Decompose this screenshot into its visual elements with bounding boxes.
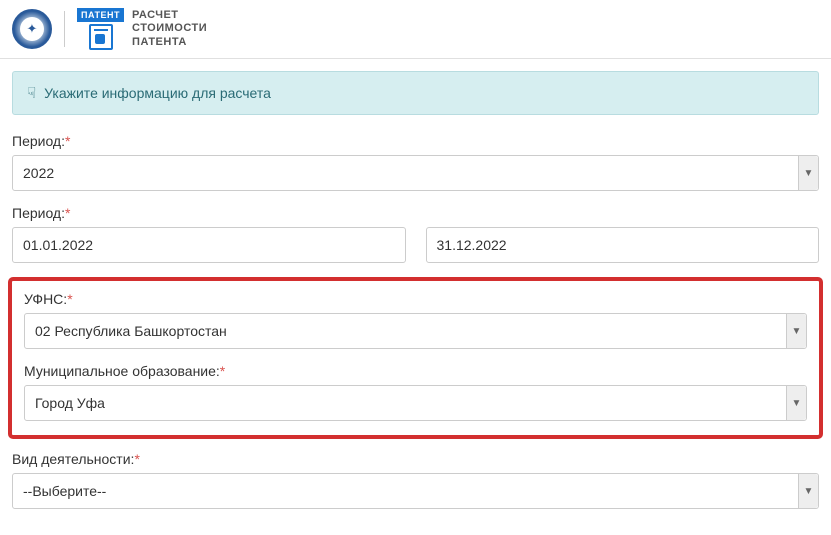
ufns-select[interactable]: 02 Республика Башкортостан ▼ xyxy=(24,313,807,349)
date-from-input[interactable]: 01.01.2022 xyxy=(12,227,406,263)
date-row: 01.01.2022 31.12.2022 xyxy=(12,227,819,263)
title-line-1: РАСЧЕТ xyxy=(132,9,207,22)
period-year-select[interactable]: 2022 ▼ xyxy=(12,155,819,191)
field-period-year: Период:* 2022 ▼ xyxy=(12,133,819,191)
period-year-label: Период:* xyxy=(12,133,819,149)
chevron-down-icon: ▼ xyxy=(786,314,806,348)
app-title: РАСЧЕТ СТОИМОСТИ ПАТЕНТА xyxy=(132,9,207,49)
emblem-logo: ✦ xyxy=(12,9,52,49)
field-ufns: УФНС:* 02 Республика Башкортостан ▼ xyxy=(24,291,807,349)
info-banner: ☟ Укажите информацию для расчета xyxy=(12,71,819,115)
date-to-input[interactable]: 31.12.2022 xyxy=(426,227,820,263)
municipality-label: Муниципальное образование:* xyxy=(24,363,807,379)
title-line-2: СТОИМОСТИ xyxy=(132,22,207,35)
highlighted-section: УФНС:* 02 Республика Башкортостан ▼ Муни… xyxy=(8,277,823,439)
date-to-value: 31.12.2022 xyxy=(437,237,507,253)
page-header: ✦ ПАТЕНТ РАСЧЕТ СТОИМОСТИ ПАТЕНТА xyxy=(0,0,831,59)
chevron-down-icon: ▼ xyxy=(798,474,818,508)
patent-badge: ПАТЕНТ xyxy=(77,8,124,22)
ufns-value: 02 Республика Башкортостан xyxy=(35,323,227,339)
ufns-label: УФНС:* xyxy=(24,291,807,307)
municipality-value: Город Уфа xyxy=(35,395,105,411)
hand-pointer-icon: ☟ xyxy=(27,84,36,102)
chevron-down-icon: ▼ xyxy=(798,156,818,190)
header-divider xyxy=(64,11,65,47)
field-municipality: Муниципальное образование:* Город Уфа ▼ xyxy=(24,363,807,421)
banner-text: Укажите информацию для расчета xyxy=(44,85,271,101)
field-period-dates: Период:* 01.01.2022 31.12.2022 xyxy=(12,205,819,263)
chevron-down-icon: ▼ xyxy=(786,386,806,420)
period-dates-label: Период:* xyxy=(12,205,819,221)
field-activity: Вид деятельности:* --Выберите-- ▼ xyxy=(12,451,819,509)
patent-logo: ПАТЕНТ xyxy=(77,8,124,50)
title-line-3: ПАТЕНТА xyxy=(132,36,207,49)
date-from-value: 01.01.2022 xyxy=(23,237,93,253)
calculator-icon xyxy=(89,24,113,50)
form-content: ☟ Укажите информацию для расчета Период:… xyxy=(0,59,831,535)
municipality-select[interactable]: Город Уфа ▼ xyxy=(24,385,807,421)
activity-value: --Выберите-- xyxy=(23,483,106,499)
period-year-value: 2022 xyxy=(23,165,54,181)
activity-label: Вид деятельности:* xyxy=(12,451,819,467)
activity-select[interactable]: --Выберите-- ▼ xyxy=(12,473,819,509)
